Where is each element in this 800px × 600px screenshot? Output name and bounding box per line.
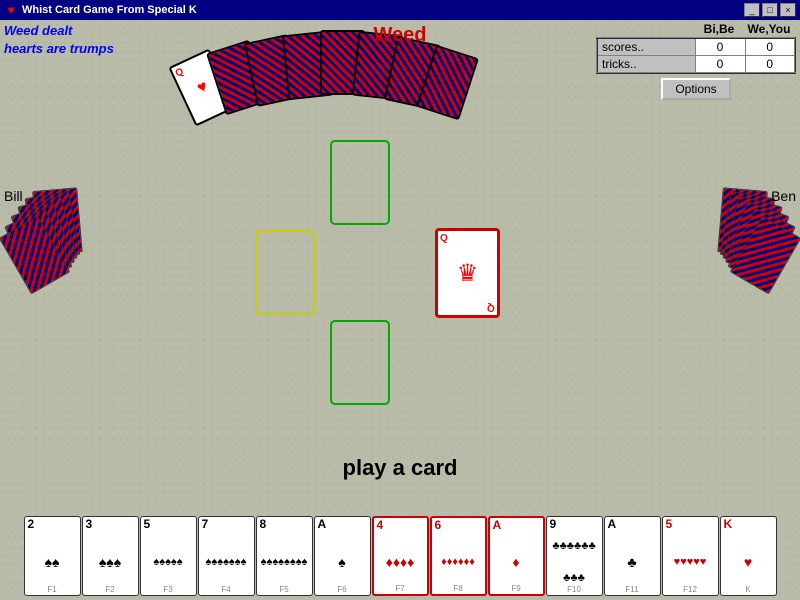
hand-card-13[interactable]: K♥K bbox=[720, 516, 777, 596]
hand-card-12[interactable]: 5♥♥♥♥♥F12 bbox=[662, 516, 719, 596]
options-button[interactable]: Options bbox=[661, 78, 730, 100]
weed-player-label: Weed bbox=[374, 24, 427, 47]
weed-hand: Q ♥ Q bbox=[180, 30, 500, 125]
hand-card-2[interactable]: 3♠♠♠F2 bbox=[82, 516, 139, 596]
score-bi-value: 0 bbox=[695, 38, 745, 56]
title-buttons: _ □ × bbox=[744, 3, 796, 17]
bill-hand bbox=[10, 200, 120, 280]
play-slot-bottom bbox=[330, 320, 390, 405]
ben-hand bbox=[680, 200, 790, 280]
hand-card-5[interactable]: 8♠♠♠♠♠♠♠♠F5 bbox=[256, 516, 313, 596]
score-area: Bi,Be We,You scores.. 0 0 tricks.. 0 0 O… bbox=[596, 22, 796, 100]
hand-card-6[interactable]: A♠F6 bbox=[314, 516, 371, 596]
minimize-button[interactable]: _ bbox=[744, 3, 760, 17]
game-info: Weed dealt hearts are trumps bbox=[4, 22, 114, 58]
score-header: Bi,Be We,You bbox=[596, 22, 796, 36]
tricks-bi-value: 0 bbox=[695, 56, 745, 74]
deal-info: Weed dealt bbox=[4, 22, 114, 40]
score-we-value: 0 bbox=[745, 38, 795, 56]
score-row-scores: scores.. 0 0 bbox=[597, 38, 795, 56]
hand-card-4[interactable]: 7♠♠♠♠♠♠♠F4 bbox=[198, 516, 255, 596]
play-slot-left bbox=[255, 230, 315, 315]
ben-player-label: Ben bbox=[771, 188, 796, 204]
score-col-we: We,You bbox=[744, 22, 794, 36]
hand-card-8[interactable]: 6♦♦♦♦♦♦F8 bbox=[430, 516, 487, 596]
hand-card-11[interactable]: A♣F11 bbox=[604, 516, 661, 596]
tricks-we-value: 0 bbox=[745, 56, 795, 74]
title-bar: ♥ Whist Card Game From Special K _ □ × bbox=[0, 0, 800, 20]
hand-card-3[interactable]: 5♠♠♠♠♠F3 bbox=[140, 516, 197, 596]
hand-card-10[interactable]: 9♣♣♣♣♣♣♣♣♣F10 bbox=[546, 516, 603, 596]
score-label: scores.. bbox=[597, 38, 695, 56]
title-text: Whist Card Game From Special K bbox=[22, 4, 744, 16]
center-played-card: Q ♛ Q bbox=[435, 228, 500, 318]
title-icon: ♥ bbox=[4, 3, 18, 17]
score-table: scores.. 0 0 tricks.. 0 0 bbox=[596, 37, 796, 74]
play-prompt: play a card bbox=[343, 455, 458, 481]
player-hand: 2♠♠F13♠♠♠F25♠♠♠♠♠F37♠♠♠♠♠♠♠F48♠♠♠♠♠♠♠♠F5… bbox=[0, 516, 800, 596]
score-col-bi: Bi,Be bbox=[694, 22, 744, 36]
trump-info: hearts are trumps bbox=[4, 40, 114, 58]
score-row-tricks: tricks.. 0 0 bbox=[597, 56, 795, 74]
hand-card-7[interactable]: 4♦♦♦♦F7 bbox=[372, 516, 429, 596]
bill-player-label: Bill bbox=[4, 188, 23, 204]
close-button[interactable]: × bbox=[780, 3, 796, 17]
hand-card-1[interactable]: 2♠♠F1 bbox=[24, 516, 81, 596]
hand-card-9[interactable]: A♦F9 bbox=[488, 516, 545, 596]
play-slot-top bbox=[330, 140, 390, 225]
maximize-button[interactable]: □ bbox=[762, 3, 778, 17]
tricks-label: tricks.. bbox=[597, 56, 695, 74]
